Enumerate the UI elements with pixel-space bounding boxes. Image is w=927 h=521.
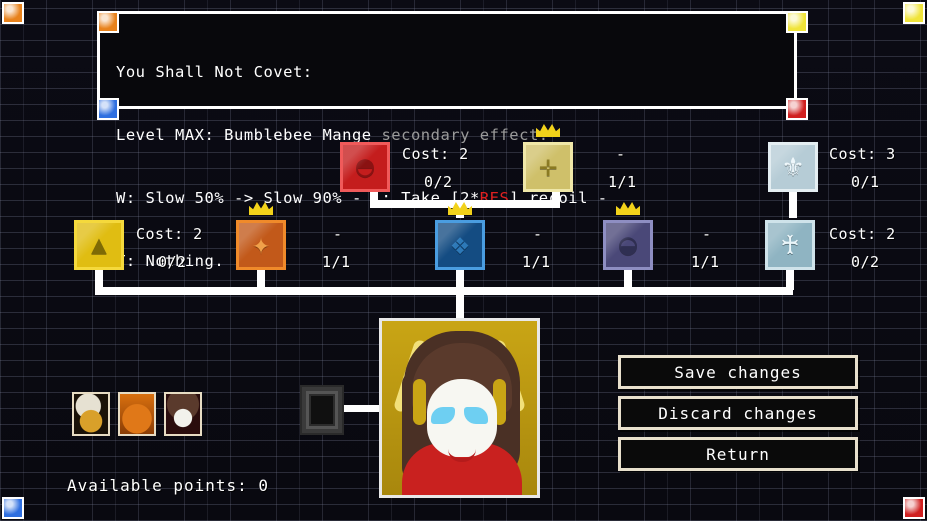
corner-gem-bottom-left xyxy=(2,497,24,519)
pale-tower-icon: ♰ xyxy=(780,227,800,262)
wire-moth-down xyxy=(95,270,103,290)
red-orb-icon: ◓ xyxy=(355,149,375,184)
white-cross-rank-label: 0/1 xyxy=(851,173,880,191)
skill-node-white-cross[interactable]: ⚜ xyxy=(768,142,818,192)
gold-cross-cost-label: - xyxy=(616,145,626,163)
pale-tower-cost-label: Cost: 2 xyxy=(829,225,896,243)
skill-node-pale-tower[interactable]: ♰ xyxy=(765,220,815,270)
orange-orb-rank-label: 1/1 xyxy=(322,253,351,271)
purple-orb-cost-label: - xyxy=(702,225,712,243)
party-portrait-2-art xyxy=(120,394,154,434)
skill-node-red-orb[interactable]: ◓ xyxy=(340,142,390,192)
purple-orb-icon: ◒ xyxy=(618,227,638,262)
equipment-slot-inner xyxy=(306,391,338,429)
wire-bus-to-portrait xyxy=(456,287,464,321)
equipment-slot[interactable] xyxy=(300,385,344,435)
skill-tree-screen: You Shall Not Covet: Level MAX: Bumblebe… xyxy=(0,0,927,521)
wire-paletower-down xyxy=(786,270,794,290)
corner-gem-top-left xyxy=(2,2,24,24)
wire-orange-down xyxy=(257,270,265,290)
corner-gem-bottom-right xyxy=(903,497,925,519)
tooltip-gem-bottom-left xyxy=(97,98,119,120)
party-portrait-1-art xyxy=(74,394,108,434)
white-cross-cost-label: Cost: 3 xyxy=(829,145,896,163)
skill-node-gold-cross[interactable]: ✛ xyxy=(523,142,573,192)
tooltip-gem-top-right xyxy=(786,11,808,33)
party-portrait-3[interactable] xyxy=(164,392,202,436)
red-orb-rank-label: 0/2 xyxy=(424,173,453,191)
antenna-inner-left xyxy=(413,379,426,425)
gold-cross-rank-label: 1/1 xyxy=(608,173,637,191)
discard-changes-button[interactable]: Discard changes xyxy=(618,396,858,430)
eye-right xyxy=(464,407,488,424)
blue-orb-cost-label: - xyxy=(533,225,543,243)
character-portrait[interactable] xyxy=(379,318,540,498)
skill-node-purple-orb[interactable]: ◒ xyxy=(603,220,653,270)
yellow-moth-rank-label: 0/2 xyxy=(158,253,187,271)
moth-icon: ▲ xyxy=(91,230,107,260)
red-orb-cost-label: Cost: 2 xyxy=(402,145,469,163)
party-portrait-1[interactable] xyxy=(72,392,110,436)
wire-itemslot-to-portrait xyxy=(342,405,382,412)
available-points-label: Available points: 0 xyxy=(67,476,270,495)
purple-orb-rank-label: 1/1 xyxy=(691,253,720,271)
party-portrait-3-art xyxy=(166,394,200,434)
tooltip-line-2: Level MAX: Bumblebee Mange secondary eff… xyxy=(116,126,549,144)
pale-tower-rank-label: 0/2 xyxy=(851,253,880,271)
wire-purple-down xyxy=(624,270,632,290)
white-cross-icon: ⚜ xyxy=(783,149,803,184)
skill-node-orange-orb[interactable]: ✦ xyxy=(236,220,286,270)
tooltip-gem-bottom-right xyxy=(786,98,808,120)
wire-whitecross-to-paletower xyxy=(789,192,797,218)
party-portrait-2[interactable] xyxy=(118,392,156,436)
blue-orb-icon: ❖ xyxy=(450,227,470,262)
skill-node-yellow-moth[interactable]: ▲ xyxy=(74,220,124,270)
return-button[interactable]: Return xyxy=(618,437,858,471)
skill-node-blue-orb[interactable]: ❖ xyxy=(435,220,485,270)
tooltip-gem-top-left xyxy=(97,11,119,33)
tooltip-title: You Shall Not Covet: xyxy=(116,63,313,81)
blue-orb-rank-label: 1/1 xyxy=(522,253,551,271)
save-changes-button[interactable]: Save changes xyxy=(618,355,858,389)
orange-orb-cost-label: - xyxy=(333,225,343,243)
skill-tooltip: You Shall Not Covet: Level MAX: Bumblebe… xyxy=(97,11,797,270)
wire-main-bus xyxy=(95,287,793,295)
wire-gold-down xyxy=(552,192,560,208)
gold-cross-icon: ✛ xyxy=(538,149,558,184)
orange-orb-icon: ✦ xyxy=(251,227,271,262)
yellow-moth-cost-label: Cost: 2 xyxy=(136,225,203,243)
corner-gem-top-right xyxy=(903,2,925,24)
